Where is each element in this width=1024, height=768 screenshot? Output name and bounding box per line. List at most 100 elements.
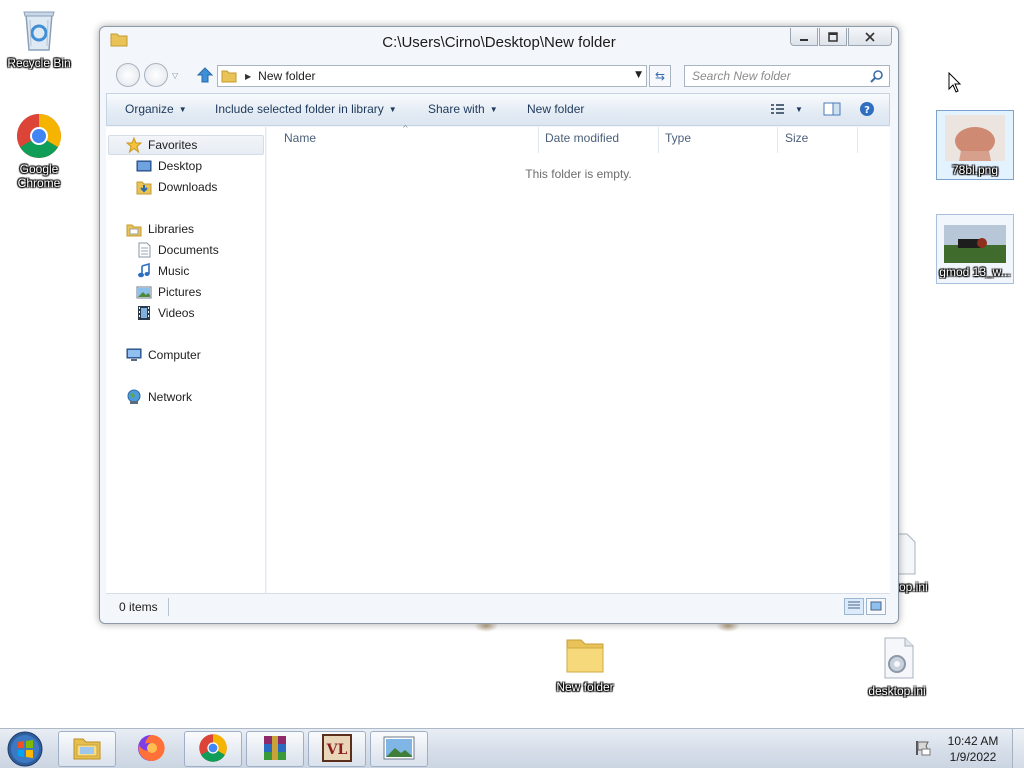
taskbar-button-chrome[interactable] — [184, 731, 242, 767]
desktop-icon-label: 78bl.png — [951, 163, 999, 177]
include-in-library-menu[interactable]: Include selected folder in library ▼ — [215, 102, 397, 116]
system-clock[interactable]: 10:42 AM 1/9/2022 — [940, 733, 1006, 765]
libraries-icon — [126, 221, 142, 237]
desktop-icon-label: desktop.ini — [868, 684, 926, 698]
taskbar: VL 10:42 AM 1/9/2022 — [0, 728, 1024, 768]
column-divider[interactable] — [857, 127, 858, 153]
breadcrumb-current[interactable]: New folder — [258, 69, 315, 83]
share-with-menu[interactable]: Share with ▼ — [428, 102, 498, 116]
windows-explorer-icon — [72, 735, 102, 764]
column-divider[interactable] — [538, 127, 539, 153]
nav-label: Documents — [158, 243, 219, 257]
column-divider[interactable] — [658, 127, 659, 153]
network-icon — [126, 389, 142, 405]
address-bar[interactable]: ▶ New folder ▼ — [217, 65, 647, 87]
svg-text:?: ? — [864, 105, 870, 116]
window-title: C:\Users\Cirno\Desktop\New folder — [382, 34, 616, 51]
column-header-type[interactable]: Type — [665, 131, 691, 145]
desktop-icon-new-folder[interactable]: New folder — [546, 630, 624, 694]
column-header-size[interactable]: Size — [785, 131, 808, 145]
back-button[interactable] — [116, 63, 140, 87]
nav-item-desktop[interactable]: Desktop — [136, 156, 202, 176]
title-bar[interactable]: C:\Users\Cirno\Desktop\New folder — [100, 27, 898, 59]
nav-label: Downloads — [158, 180, 218, 194]
desktop-icon-google-chrome[interactable]: Google Chrome — [0, 112, 78, 190]
breadcrumb-chevron-icon[interactable]: ▶ — [245, 72, 251, 81]
image-file-icon — [945, 115, 1005, 161]
dropdown-arrow-icon: ▼ — [178, 105, 187, 114]
chrome-icon — [15, 112, 63, 160]
nav-label: Pictures — [158, 285, 202, 299]
caption-buttons — [790, 28, 892, 46]
view-options-dropdown-icon[interactable]: ▼ — [795, 105, 803, 114]
navigation-row: ▽ ▶ New folder ▼ ⇆ Search New folder — [106, 61, 890, 89]
large-icons-view-icon — [870, 600, 882, 614]
music-note-icon — [136, 262, 152, 279]
desktop-icon-image-gmod[interactable]: gmod 13_w... — [936, 214, 1014, 284]
change-view-icon[interactable] — [769, 101, 787, 117]
desktop-icon-desktop-ini[interactable]: desktop.ini — [858, 634, 936, 698]
taskbar-button-vl-app[interactable]: VL — [308, 731, 366, 767]
nav-item-downloads[interactable]: Downloads — [136, 177, 217, 197]
downloads-folder-icon — [136, 179, 152, 195]
nav-label: Desktop — [158, 159, 203, 173]
item-count: 0 items — [119, 600, 158, 614]
film-icon — [136, 305, 152, 321]
preview-pane-icon[interactable] — [823, 101, 841, 117]
recycle-bin-icon — [15, 6, 63, 54]
search-box[interactable]: Search New folder — [684, 65, 890, 87]
minimize-button[interactable] — [790, 28, 818, 46]
close-button[interactable] — [848, 28, 892, 46]
firefox-icon — [136, 733, 166, 766]
column-divider[interactable] — [777, 127, 778, 153]
image-file-icon — [944, 225, 1006, 263]
nav-item-computer[interactable]: Computer — [126, 345, 201, 365]
nav-label: Computer — [148, 348, 201, 362]
image-viewer-icon — [383, 735, 415, 764]
nav-label: Network — [148, 390, 193, 404]
file-list-pane[interactable]: ^ Name Date modified Type Size This fold… — [267, 124, 890, 593]
taskbar-button-windows-explorer[interactable] — [58, 731, 116, 767]
nav-item-pictures[interactable]: Pictures — [136, 282, 201, 302]
taskbar-button-firefox[interactable] — [122, 731, 180, 767]
organize-menu[interactable]: Organize ▼ — [125, 102, 187, 116]
share-with-label: Share with — [428, 102, 485, 116]
action-center-flag-icon[interactable] — [914, 739, 932, 757]
desktop-icon-image-78bl[interactable]: 78bl.png — [936, 110, 1014, 180]
desktop-icon — [136, 158, 152, 174]
sort-ascending-icon: ^ — [402, 124, 409, 133]
address-history-dropdown-icon[interactable]: ▼ — [635, 70, 642, 80]
new-folder-button[interactable]: New folder — [527, 102, 584, 116]
nav-item-libraries[interactable]: Libraries — [126, 219, 194, 239]
pictures-icon — [136, 284, 152, 300]
taskbar-button-image-viewer[interactable] — [370, 731, 428, 767]
details-view-button[interactable] — [844, 598, 864, 615]
show-desktop-button[interactable] — [1012, 729, 1024, 768]
refresh-button[interactable]: ⇆ — [649, 65, 671, 87]
up-arrow-icon[interactable] — [196, 66, 214, 84]
desktop-icon-recycle-bin[interactable]: Recycle Bin — [0, 6, 78, 70]
nav-label: Music — [158, 264, 190, 278]
chrome-icon — [198, 733, 228, 766]
forward-button[interactable] — [144, 63, 168, 87]
desktop-icon-label: gmod 13_w... — [939, 265, 1011, 279]
taskbar-button-winrar[interactable] — [246, 731, 304, 767]
column-header-name[interactable]: Name — [284, 131, 316, 145]
help-icon[interactable]: ? — [859, 101, 877, 117]
recent-pages-dropdown-icon[interactable]: ▽ — [172, 71, 178, 80]
start-button[interactable] — [2, 730, 48, 768]
folder-icon — [221, 69, 237, 83]
nav-item-music[interactable]: Music — [136, 261, 189, 281]
search-icon — [870, 69, 884, 83]
large-icons-view-button[interactable] — [866, 598, 886, 615]
folder-icon — [561, 630, 609, 678]
settings-file-icon — [873, 634, 921, 682]
nav-item-network[interactable]: Network — [126, 387, 192, 407]
column-header-date-modified[interactable]: Date modified — [545, 131, 619, 145]
organize-label: Organize — [125, 102, 174, 116]
nav-item-documents[interactable]: Documents — [136, 240, 219, 260]
include-in-library-label: Include selected folder in library — [215, 102, 384, 116]
maximize-button[interactable] — [819, 28, 847, 46]
nav-item-videos[interactable]: Videos — [136, 303, 194, 323]
nav-item-favorites[interactable]: Favorites — [108, 135, 264, 155]
